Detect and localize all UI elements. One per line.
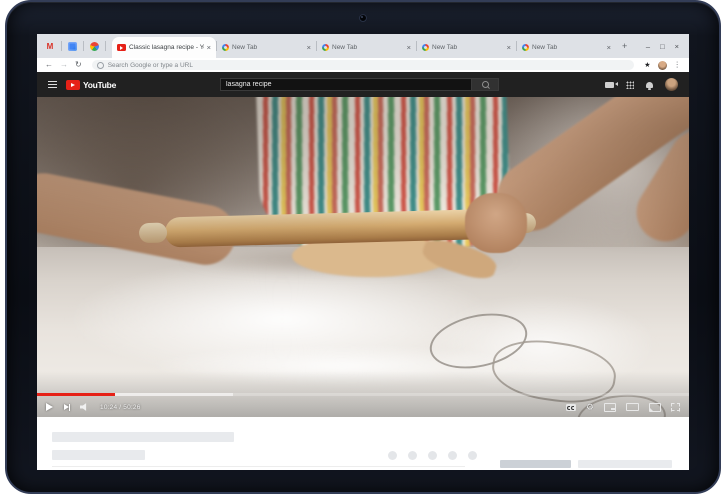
volume-icon[interactable] xyxy=(80,403,89,411)
cast-button[interactable] xyxy=(649,403,661,412)
tab-title: New Tab xyxy=(332,44,404,51)
action-button-placeholder xyxy=(468,451,477,460)
google-favicon xyxy=(422,44,429,51)
divider xyxy=(52,466,465,467)
omnibox[interactable] xyxy=(92,60,635,70)
pinned-app-icon[interactable] xyxy=(68,42,77,51)
scene-vignette xyxy=(37,97,689,417)
forward-icon[interactable]: → xyxy=(60,61,68,69)
url-input[interactable] xyxy=(108,60,630,70)
tab-close-icon[interactable]: × xyxy=(207,43,211,52)
youtube-search-button[interactable] xyxy=(472,78,499,91)
action-button-placeholder xyxy=(408,451,417,460)
back-icon[interactable]: ← xyxy=(45,61,53,69)
page-content-skeleton xyxy=(37,417,689,470)
tab-title: Classic lasagna recipe - YouT xyxy=(129,44,204,51)
progress-played xyxy=(37,393,115,396)
tab-new-tab-4[interactable]: New Tab × xyxy=(517,37,616,58)
tab-close-icon[interactable]: × xyxy=(407,43,411,52)
gmail-icon[interactable]: M xyxy=(45,42,55,51)
action-button-placeholder xyxy=(448,451,457,460)
tablet-device-frame: M Classic lasagna recipe - YouT × New Ta… xyxy=(5,0,721,494)
hamburger-menu-icon[interactable] xyxy=(48,79,57,89)
tab-close-icon[interactable]: × xyxy=(307,43,311,52)
video-frame-kitchen-scene xyxy=(37,97,689,417)
window-maximize-button[interactable]: □ xyxy=(660,42,665,51)
time-display: 10:24 / 50:26 xyxy=(100,404,141,411)
progress-bar[interactable] xyxy=(37,393,689,396)
action-button-placeholder xyxy=(428,451,437,460)
tab-close-icon[interactable]: × xyxy=(507,43,511,52)
tab-title: New Tab xyxy=(232,44,304,51)
youtube-favicon xyxy=(117,44,126,51)
extension-icon[interactable]: ★ xyxy=(644,62,650,69)
youtube-play-icon xyxy=(66,80,80,90)
youtube-logo-text: YouTube xyxy=(83,80,116,90)
new-tab-button[interactable]: + xyxy=(616,41,633,51)
window-controls: – □ × xyxy=(636,34,689,58)
google-favicon xyxy=(222,44,229,51)
settings-gear-icon[interactable]: ⚙ xyxy=(586,403,594,412)
tab-title: New Tab xyxy=(532,44,604,51)
tab-separator xyxy=(316,41,317,51)
pinned-tabs: M xyxy=(45,34,112,58)
apps-grid-icon[interactable] xyxy=(626,81,634,89)
tab-separator xyxy=(105,41,106,51)
tab-new-tab-3[interactable]: New Tab × xyxy=(417,37,516,58)
video-title-placeholder xyxy=(52,432,234,442)
tab-separator xyxy=(216,41,217,51)
secondary-button-placeholder xyxy=(578,460,672,468)
tab-close-icon[interactable]: × xyxy=(607,43,611,52)
address-bar: ← → ↻ ★ ⋮ xyxy=(37,58,689,72)
tab-separator xyxy=(61,41,62,51)
youtube-search-input[interactable] xyxy=(220,78,472,91)
next-button[interactable] xyxy=(64,404,69,410)
youtube-header: YouTube xyxy=(37,72,689,97)
player-controls: 10:24 / 50:26 ⚙ xyxy=(37,397,689,417)
pinned-extension-icon[interactable] xyxy=(90,42,99,51)
subscribe-button-placeholder xyxy=(500,460,571,468)
browser-window: M Classic lasagna recipe - YouT × New Ta… xyxy=(37,34,689,470)
tab-youtube[interactable]: Classic lasagna recipe - YouT × xyxy=(112,37,216,58)
webcam-icon xyxy=(359,14,367,22)
youtube-logo[interactable]: YouTube xyxy=(66,80,116,90)
tab-separator xyxy=(416,41,417,51)
tab-title: New Tab xyxy=(432,44,504,51)
google-favicon xyxy=(522,44,529,51)
notifications-icon[interactable] xyxy=(646,82,653,88)
tab-new-tab-2[interactable]: New Tab × xyxy=(317,37,416,58)
miniplayer-button[interactable] xyxy=(604,403,616,412)
tab-strip: M Classic lasagna recipe - YouT × New Ta… xyxy=(37,34,689,58)
create-video-icon[interactable] xyxy=(605,82,614,88)
video-player[interactable]: 10:24 / 50:26 ⚙ xyxy=(37,97,689,417)
search-icon xyxy=(482,81,489,88)
action-button-placeholder xyxy=(388,451,397,460)
search-engine-icon xyxy=(97,62,104,69)
page-background: M Classic lasagna recipe - YouT × New Ta… xyxy=(0,0,726,502)
tab-separator xyxy=(83,41,84,51)
youtube-header-actions xyxy=(605,78,678,91)
tab-new-tab-1[interactable]: New Tab × xyxy=(217,37,316,58)
google-favicon xyxy=(322,44,329,51)
youtube-search xyxy=(220,78,499,91)
browser-profile-avatar[interactable] xyxy=(658,61,667,70)
fullscreen-button[interactable] xyxy=(671,403,680,412)
video-meta-placeholder xyxy=(52,450,145,460)
reload-icon[interactable]: ↻ xyxy=(75,61,82,69)
youtube-avatar[interactable] xyxy=(665,78,678,91)
theater-mode-button[interactable] xyxy=(626,403,639,411)
browser-menu-icon[interactable]: ⋮ xyxy=(674,61,682,69)
play-button[interactable] xyxy=(46,403,53,411)
player-right-controls: ⚙ xyxy=(566,403,680,412)
tab-separator xyxy=(516,41,517,51)
captions-button[interactable] xyxy=(566,404,576,411)
window-minimize-button[interactable]: – xyxy=(646,42,650,51)
window-close-button[interactable]: × xyxy=(675,42,679,51)
